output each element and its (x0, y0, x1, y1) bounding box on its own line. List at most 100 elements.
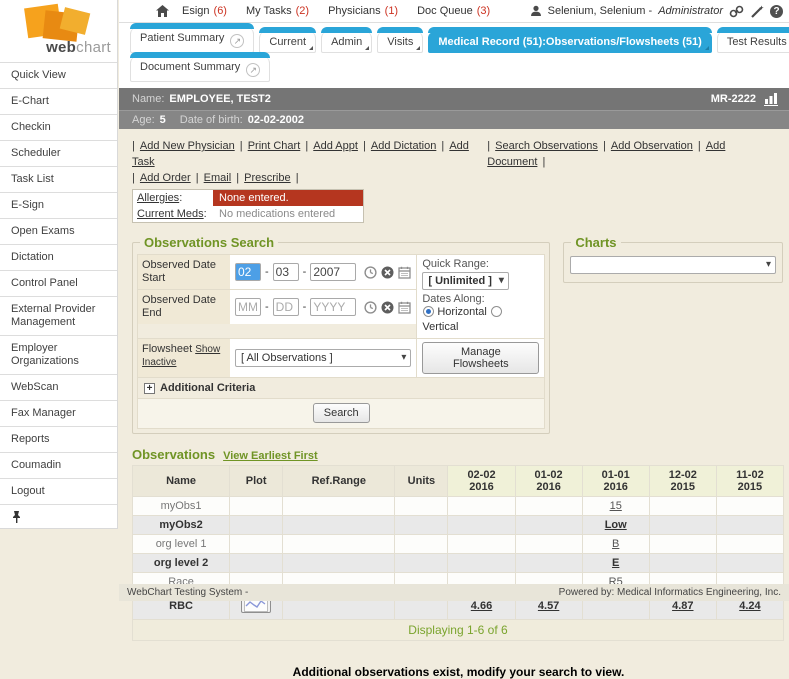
sidebar-item-e-sign[interactable]: E-Sign (0, 192, 117, 218)
charts-select[interactable]: ▾ (570, 256, 776, 274)
nav-item-my-tasks[interactable]: My Tasks(2) (239, 5, 316, 17)
select-arrow-icon: ▾ (499, 275, 504, 286)
calendar-icon[interactable] (398, 266, 411, 279)
sidebar-item-control-panel[interactable]: Control Panel (0, 270, 117, 296)
chevron-down-icon (705, 46, 709, 50)
calendar-icon[interactable] (398, 301, 411, 314)
separator: | (196, 172, 199, 184)
obs-value-link[interactable]: 4.24 (739, 600, 760, 612)
view-earliest-first-link[interactable]: View Earliest First (223, 450, 318, 462)
nav-item-esign[interactable]: Esign(6) (175, 5, 234, 17)
nav-count: (1) (385, 5, 398, 17)
tab-document-summary[interactable]: Document Summary↗ (130, 57, 270, 82)
cell-empty (283, 554, 395, 573)
tab-medical-record-observations[interactable]: Medical Record (51):Observations/Flowshe… (428, 32, 711, 53)
sidebar-item-fax-manager[interactable]: Fax Manager (0, 400, 117, 426)
sidebar-pin-toggle[interactable] (0, 504, 117, 528)
obs-value-link[interactable]: Low (605, 519, 627, 531)
tab-bar-row2: Document Summary↗ (119, 53, 789, 88)
date-line2: 2016 (518, 481, 580, 493)
start-month-input[interactable] (235, 263, 261, 281)
bar-chart-icon[interactable] (763, 92, 779, 106)
sidebar-item-coumadin[interactable]: Coumadin (0, 452, 117, 478)
separator: | (363, 140, 366, 152)
date-line1: 12-02 (652, 469, 714, 481)
flowsheet-select[interactable]: [ All Observations ]▾ (235, 349, 411, 367)
link-add-order[interactable]: Add Order (140, 172, 191, 184)
table-footer-row: Displaying 1-6 of 6 (133, 620, 784, 641)
additional-criteria-toggle[interactable]: + Additional Criteria (138, 378, 544, 399)
clear-date-icon[interactable] (381, 266, 394, 279)
obs-value-cell (515, 497, 582, 516)
start-day-input[interactable] (273, 263, 299, 281)
obs-value-link[interactable]: 15 (610, 500, 622, 512)
tab-current[interactable]: Current (259, 32, 316, 53)
sidebar-item-logout[interactable]: Logout (0, 478, 117, 504)
end-day-input[interactable] (273, 298, 299, 316)
tab-patient-summary[interactable]: Patient Summary↗ (130, 28, 254, 53)
cell-empty (230, 516, 283, 535)
sidebar-item-dictation[interactable]: Dictation (0, 244, 117, 270)
link-add-appt[interactable]: Add Appt (313, 140, 358, 152)
col-date-2: 01-022016 (515, 466, 582, 497)
nav-item-physicians[interactable]: Physicians(1) (321, 5, 405, 17)
clear-date-icon[interactable] (381, 301, 394, 314)
obs-value-cell (716, 535, 783, 554)
colon: : (204, 208, 207, 220)
clock-icon[interactable] (364, 301, 377, 314)
sidebar-item-e-chart[interactable]: E-Chart (0, 88, 117, 114)
popup-icon[interactable]: ↗ (230, 34, 244, 48)
link-add-dictation[interactable]: Add Dictation (371, 140, 436, 152)
obs-value-cell: B (582, 535, 649, 554)
link-email[interactable]: Email (204, 172, 232, 184)
end-month-input[interactable] (235, 298, 261, 316)
popup-icon[interactable]: ↗ (246, 63, 260, 77)
cell-empty (283, 497, 395, 516)
link-add-new-physician[interactable]: Add New Physician (140, 140, 235, 152)
obs-value-link[interactable]: 4.66 (471, 600, 492, 612)
obs-value-link[interactable]: 4.57 (538, 600, 559, 612)
allergies-link[interactable]: Allergies (137, 192, 179, 204)
home-icon[interactable] (155, 4, 170, 18)
vertical-radio[interactable] (491, 306, 502, 317)
obs-value-link[interactable]: B (612, 538, 619, 550)
cell-empty (230, 497, 283, 516)
help-icon[interactable]: ? (770, 5, 783, 18)
sidebar-item-employer-organizations[interactable]: Employer Organizations (0, 335, 117, 374)
nav-item-doc-queue[interactable]: Doc Queue(3) (410, 5, 497, 17)
link-chain-icon[interactable] (729, 5, 744, 18)
obs-value-cell (515, 554, 582, 573)
wand-icon[interactable] (750, 5, 764, 18)
current-meds-link[interactable]: Current Meds (137, 208, 204, 220)
link-search-observations[interactable]: Search Observations (495, 140, 598, 152)
sidebar-item-scheduler[interactable]: Scheduler (0, 140, 117, 166)
sidebar-item-webscan[interactable]: WebScan (0, 374, 117, 400)
table-row: myObs2 Low (133, 516, 784, 535)
sidebar-item-quick-view[interactable]: Quick View (0, 62, 117, 88)
obs-value-link[interactable]: E (612, 557, 619, 569)
end-year-input[interactable] (310, 298, 356, 316)
search-button[interactable]: Search (313, 403, 370, 423)
manage-flowsheets-button[interactable]: Manage Flowsheets (422, 342, 539, 374)
horizontal-radio[interactable] (423, 306, 434, 317)
sidebar-item-external-provider-management[interactable]: External Provider Management (0, 296, 117, 335)
action-links-left2: | Add Order | Email | Prescribe | (132, 170, 299, 186)
sidebar-item-reports[interactable]: Reports (0, 426, 117, 452)
tab-admin[interactable]: Admin (321, 32, 372, 53)
link-add-observation[interactable]: Add Observation (611, 140, 693, 152)
sidebar-item-open-exams[interactable]: Open Exams (0, 218, 117, 244)
clock-icon[interactable] (364, 266, 377, 279)
table-row: org level 1 B (133, 535, 784, 554)
sidebar-item-checkin[interactable]: Checkin (0, 114, 117, 140)
quick-range-value: [ Unlimited ] (428, 275, 492, 287)
link-prescribe[interactable]: Prescribe (244, 172, 290, 184)
quick-range-select[interactable]: [ Unlimited ] ▾ (422, 272, 509, 290)
sidebar-item-task-list[interactable]: Task List (0, 166, 117, 192)
tab-test-results[interactable]: Test Results (717, 32, 789, 53)
sidebar: webchart Quick View E-Chart Checkin Sche… (0, 0, 118, 529)
start-year-input[interactable] (310, 263, 356, 281)
obs-value-link[interactable]: 4.87 (672, 600, 693, 612)
tab-bar: Patient Summary↗ Current Admin Visits Me… (119, 23, 789, 53)
link-print-chart[interactable]: Print Chart (248, 140, 301, 152)
tab-visits[interactable]: Visits (377, 32, 423, 53)
